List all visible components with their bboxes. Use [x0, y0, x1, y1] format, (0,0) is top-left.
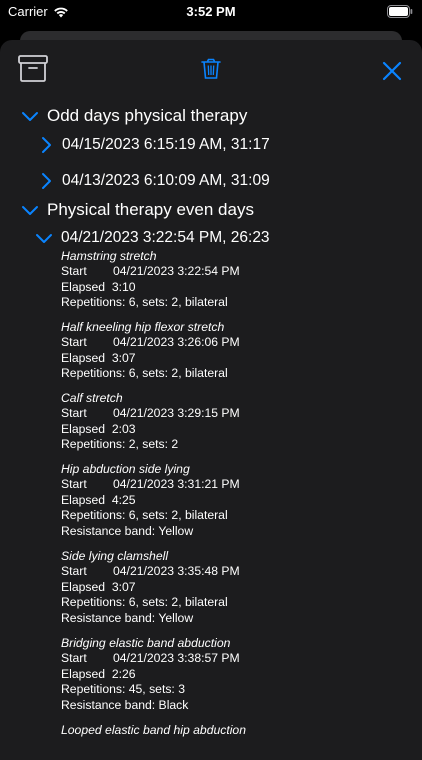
session-row[interactable]: 04/15/2023 6:15:19 AM, 31:17: [36, 135, 270, 155]
start-label: Start: [61, 477, 113, 492]
start-value: 04/21/2023 3:31:21 PM: [113, 477, 240, 491]
exercise-entry: Looped elastic band hip abduction: [61, 723, 246, 738]
exercise-name: Hip abduction side lying: [61, 462, 240, 477]
start-line: Start04/21/2023 3:22:54 PM: [61, 264, 240, 279]
repetitions-text: Repetitions: 6, sets: 2, bilateral: [61, 295, 240, 310]
exercise-entry: Half kneeling hip flexor stretch Start04…: [61, 320, 240, 382]
elapsed-line: Elapsed 2:26: [61, 667, 240, 682]
start-label: Start: [61, 406, 113, 421]
archive-icon: [18, 55, 48, 82]
archive-button[interactable]: [18, 55, 48, 87]
start-value: 04/21/2023 3:35:48 PM: [113, 564, 240, 578]
elapsed-line: Elapsed 3:07: [61, 351, 240, 366]
close-icon: [381, 60, 403, 82]
elapsed-value: 2:26: [112, 667, 136, 681]
chevron-down-icon: [34, 228, 54, 248]
exercise-entry: Calf stretch Start04/21/2023 3:29:15 PM …: [61, 391, 240, 453]
elapsed-value: 4:25: [112, 493, 136, 507]
elapsed-label: Elapsed: [61, 422, 105, 436]
status-time: 3:52 PM: [0, 4, 422, 19]
delete-button[interactable]: [200, 58, 222, 85]
exercise-name: Calf stretch: [61, 391, 240, 406]
exercise-entry: Bridging elastic band abduction Start04/…: [61, 636, 240, 713]
start-line: Start04/21/2023 3:26:06 PM: [61, 335, 240, 350]
start-label: Start: [61, 335, 113, 350]
elapsed-label: Elapsed: [61, 351, 105, 365]
trash-icon: [200, 58, 222, 80]
resistance-band-text: Resistance band: Black: [61, 698, 240, 713]
close-button[interactable]: [381, 60, 403, 87]
start-label: Start: [61, 651, 113, 666]
group-title: Odd days physical therapy: [47, 106, 247, 126]
repetitions-text: Repetitions: 6, sets: 2, bilateral: [61, 595, 240, 610]
elapsed-label: Elapsed: [61, 580, 105, 594]
elapsed-label: Elapsed: [61, 280, 105, 294]
elapsed-value: 2:03: [112, 422, 136, 436]
group-row-odd-days[interactable]: Odd days physical therapy: [20, 106, 247, 126]
start-line: Start04/21/2023 3:35:48 PM: [61, 564, 240, 579]
start-value: 04/21/2023 3:22:54 PM: [113, 264, 240, 278]
elapsed-line: Elapsed 3:10: [61, 280, 240, 295]
exercise-name: Bridging elastic band abduction: [61, 636, 240, 651]
exercise-name: Side lying clamshell: [61, 549, 240, 564]
session-title: 04/13/2023 6:10:09 AM, 31:09: [62, 172, 270, 190]
chevron-down-icon: [20, 200, 40, 220]
exercise-name: Half kneeling hip flexor stretch: [61, 320, 240, 335]
exercise-name: Looped elastic band hip abduction: [61, 723, 246, 738]
start-label: Start: [61, 564, 113, 579]
group-title: Physical therapy even days: [47, 200, 254, 220]
exercise-entry: Hamstring stretch Start04/21/2023 3:22:5…: [61, 249, 240, 311]
resistance-band-text: Resistance band: Yellow: [61, 611, 240, 626]
start-line: Start04/21/2023 3:31:21 PM: [61, 477, 240, 492]
elapsed-line: Elapsed 3:07: [61, 580, 240, 595]
start-label: Start: [61, 264, 113, 279]
start-value: 04/21/2023 3:26:06 PM: [113, 335, 240, 349]
chevron-right-icon: [36, 135, 56, 155]
history-sheet: Odd days physical therapy 04/15/2023 6:1…: [0, 40, 422, 760]
repetitions-text: Repetitions: 6, sets: 2, bilateral: [61, 508, 240, 523]
group-row-even-days[interactable]: Physical therapy even days: [20, 200, 254, 220]
exercise-name: Hamstring stretch: [61, 249, 240, 264]
exercise-entry: Side lying clamshell Start04/21/2023 3:3…: [61, 549, 240, 626]
elapsed-label: Elapsed: [61, 667, 105, 681]
elapsed-label: Elapsed: [61, 493, 105, 507]
session-row[interactable]: 04/21/2023 3:22:54 PM, 26:23: [34, 228, 270, 248]
repetitions-text: Repetitions: 6, sets: 2, bilateral: [61, 366, 240, 381]
start-line: Start04/21/2023 3:29:15 PM: [61, 406, 240, 421]
session-row[interactable]: 04/13/2023 6:10:09 AM, 31:09: [36, 171, 270, 191]
chevron-down-icon: [20, 106, 40, 126]
chevron-right-icon: [36, 171, 56, 191]
elapsed-value: 3:10: [112, 280, 136, 294]
session-title: 04/15/2023 6:15:19 AM, 31:17: [62, 136, 270, 154]
repetitions-text: Repetitions: 45, sets: 3: [61, 682, 240, 697]
exercise-entry: Hip abduction side lying Start04/21/2023…: [61, 462, 240, 539]
start-line: Start04/21/2023 3:38:57 PM: [61, 651, 240, 666]
start-value: 04/21/2023 3:38:57 PM: [113, 651, 240, 665]
elapsed-value: 3:07: [112, 351, 136, 365]
elapsed-value: 3:07: [112, 580, 136, 594]
status-bar: Carrier 3:52 PM: [0, 0, 422, 24]
start-value: 04/21/2023 3:29:15 PM: [113, 406, 240, 420]
elapsed-line: Elapsed 4:25: [61, 493, 240, 508]
battery-icon: [387, 5, 413, 21]
elapsed-line: Elapsed 2:03: [61, 422, 240, 437]
resistance-band-text: Resistance band: Yellow: [61, 524, 240, 539]
repetitions-text: Repetitions: 2, sets: 2: [61, 437, 240, 452]
session-title: 04/21/2023 3:22:54 PM, 26:23: [61, 229, 270, 247]
